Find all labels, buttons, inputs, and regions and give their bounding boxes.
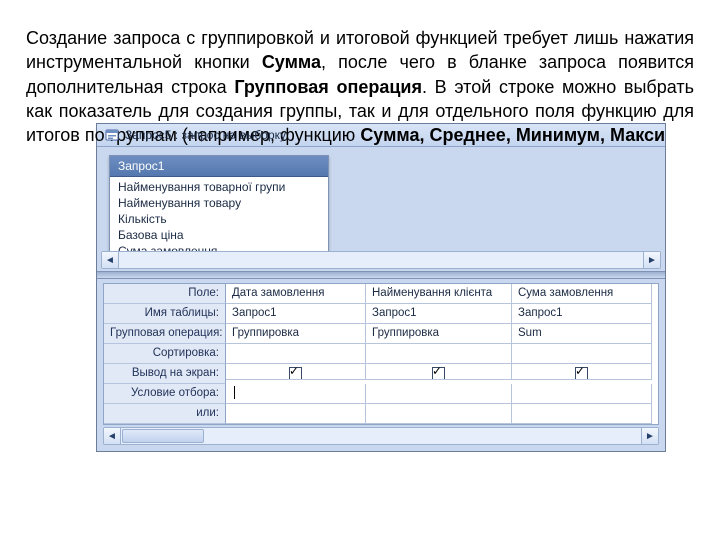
source-table-field-list[interactable]: Найменування товарної групи Найменування…: [110, 177, 328, 261]
query-design-window: Запрос5 : запрос на выборку Запрос1 Найм…: [96, 123, 666, 452]
tables-pane[interactable]: Запрос1 Найменування товарної групи Найм…: [97, 147, 665, 271]
row-label-table: Имя таблицы:: [104, 304, 226, 324]
cell-field[interactable]: Сума замовлення: [512, 284, 652, 304]
query-icon: [105, 128, 119, 142]
row-label-or: или:: [104, 404, 226, 424]
cell-table[interactable]: Запрос1: [512, 304, 652, 324]
field-item[interactable]: Кількість: [110, 211, 328, 227]
row-label-sort: Сортировка:: [104, 344, 226, 364]
checkbox-icon[interactable]: [575, 367, 588, 380]
field-item[interactable]: Найменування товару: [110, 195, 328, 211]
bold-groupop: Групповая операция: [234, 77, 422, 97]
scrollbar-thumb[interactable]: [122, 429, 204, 443]
cell-field[interactable]: Дата замовлення: [226, 284, 366, 304]
row-label-criteria: Условие отбора:: [104, 384, 226, 404]
scroll-left-icon[interactable]: ◄: [102, 252, 119, 268]
field-item[interactable]: Базова ціна: [110, 227, 328, 243]
cell-show[interactable]: [226, 364, 366, 380]
checkbox-icon[interactable]: [289, 367, 302, 380]
row-label-show: Вывод на экран:: [104, 364, 226, 384]
cell-groupop[interactable]: Группировка: [226, 324, 366, 344]
cell-show[interactable]: [512, 364, 652, 380]
cell-criteria[interactable]: [512, 384, 652, 404]
bold-funcs: Сумма, Среднее, Минимум, Макси: [360, 125, 665, 145]
design-grid-pane: Поле: Дата замовлення Найменування клієн…: [97, 279, 665, 451]
scroll-right-icon[interactable]: ►: [641, 428, 658, 444]
cell-criteria[interactable]: [226, 384, 366, 404]
cell-field[interactable]: Найменування клієнта: [366, 284, 512, 304]
cell-or[interactable]: [512, 404, 652, 424]
window-title: Запрос5 : запрос на выборку: [125, 128, 286, 142]
source-table-card[interactable]: Запрос1 Найменування товарної групи Найм…: [109, 155, 329, 262]
cell-table[interactable]: Запрос1: [226, 304, 366, 324]
row-label-groupop: Групповая операция:: [104, 324, 226, 344]
field-item[interactable]: Найменування товарної групи: [110, 179, 328, 195]
bold-sum: Сумма: [262, 52, 321, 72]
checkbox-icon[interactable]: [432, 367, 445, 380]
row-label-field: Поле:: [104, 284, 226, 304]
scroll-left-icon[interactable]: ◄: [104, 428, 121, 444]
design-grid-scrollbar[interactable]: ◄ ►: [103, 427, 659, 445]
cell-sort[interactable]: [512, 344, 652, 364]
cell-show[interactable]: [366, 364, 512, 380]
cell-table[interactable]: Запрос1: [366, 304, 512, 324]
scroll-right-icon[interactable]: ►: [643, 252, 660, 268]
tables-pane-scrollbar[interactable]: ◄ ►: [101, 251, 661, 269]
cell-or[interactable]: [366, 404, 512, 424]
cell-or[interactable]: [226, 404, 366, 424]
cell-groupop[interactable]: Sum: [512, 324, 652, 344]
cell-sort[interactable]: [226, 344, 366, 364]
pane-splitter[interactable]: [97, 271, 665, 279]
source-table-name: Запрос1: [110, 156, 328, 177]
design-grid[interactable]: Поле: Дата замовлення Найменування клієн…: [103, 283, 659, 425]
cell-criteria[interactable]: [366, 384, 512, 404]
cell-sort[interactable]: [366, 344, 512, 364]
cell-groupop[interactable]: Группировка: [366, 324, 512, 344]
